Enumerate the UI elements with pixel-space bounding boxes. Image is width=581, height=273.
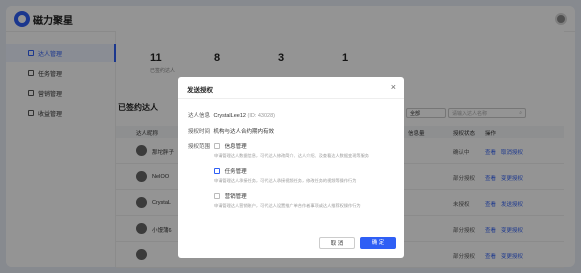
dialog-header: 发送授权 × <box>178 77 404 99</box>
cancel-button[interactable]: 取 消 <box>319 237 355 249</box>
auth-time-row: 授权时间 机构与达人合约期内有效 <box>188 127 274 135</box>
talent-id: (ID: 43028) <box>247 113 275 119</box>
auth-time-label: 授权时间 <box>188 129 211 135</box>
permission-info-management: 信息管理 申请管理达人数据信息，可代达人修改简介、达人介绍、及查看达人数据变现等… <box>214 142 369 159</box>
permission-name: 信息管理 <box>224 144 247 150</box>
permission-name: 营销管理 <box>224 194 247 200</box>
auth-time-value: 机构与达人合约期内有效 <box>213 129 275 135</box>
talent-info-row: 达人信息 CrystalLee12 (ID: 43028) <box>188 111 275 119</box>
permission-description: 申请管理达人数据信息，可代达人修改简介、达人介绍、及查看达人数据变现等服务 <box>214 153 369 158</box>
auth-scope-label: 授权范围 <box>188 144 211 150</box>
confirm-button[interactable]: 确 定 <box>360 237 396 249</box>
permission-description: 申请管理达人营销账户，可代达人设置推广单合作者事项或达人推荐权操作行为 <box>214 203 361 208</box>
permission-checkbox[interactable] <box>214 143 220 149</box>
talent-info-label: 达人信息 <box>188 113 211 119</box>
permission-name: 任务管理 <box>224 169 247 175</box>
dialog-title: 发送授权 <box>187 87 213 94</box>
send-authorization-dialog: 发送授权 × 达人信息 CrystalLee12 (ID: 43028) 授权时… <box>178 77 404 258</box>
permission-checkbox[interactable] <box>214 168 220 174</box>
auth-scope-row: 授权范围 <box>188 142 212 150</box>
permission-task-management: 任务管理 申请管理达人承接任务，可代达人承接视频任务，修改任务的视频等操作行为 <box>214 167 356 184</box>
permission-checkbox[interactable] <box>214 193 220 199</box>
talent-name: CrystalLee12 <box>213 113 246 119</box>
permission-marketing-management: 营销管理 申请管理达人营销账户，可代达人设置推广单合作者事项或达人推荐权操作行为 <box>214 192 361 209</box>
close-icon[interactable]: × <box>391 82 396 92</box>
permission-description: 申请管理达人承接任务，可代达人承接视频任务，修改任务的视频等操作行为 <box>214 178 357 183</box>
